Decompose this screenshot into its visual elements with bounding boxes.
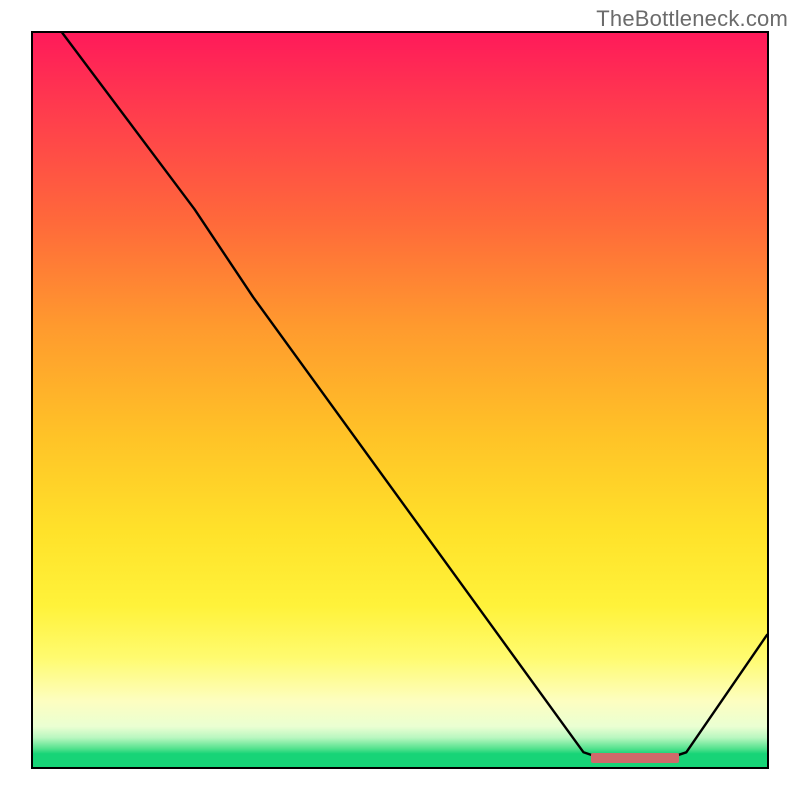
watermark-label: TheBottleneck.com [596, 6, 788, 32]
plot-outer [24, 24, 776, 776]
optimal-range-marker [591, 753, 679, 763]
bottleneck-curve [62, 33, 767, 760]
plot-area [31, 31, 769, 769]
chart-container: TheBottleneck.com [0, 0, 800, 800]
curve-layer [33, 33, 767, 767]
